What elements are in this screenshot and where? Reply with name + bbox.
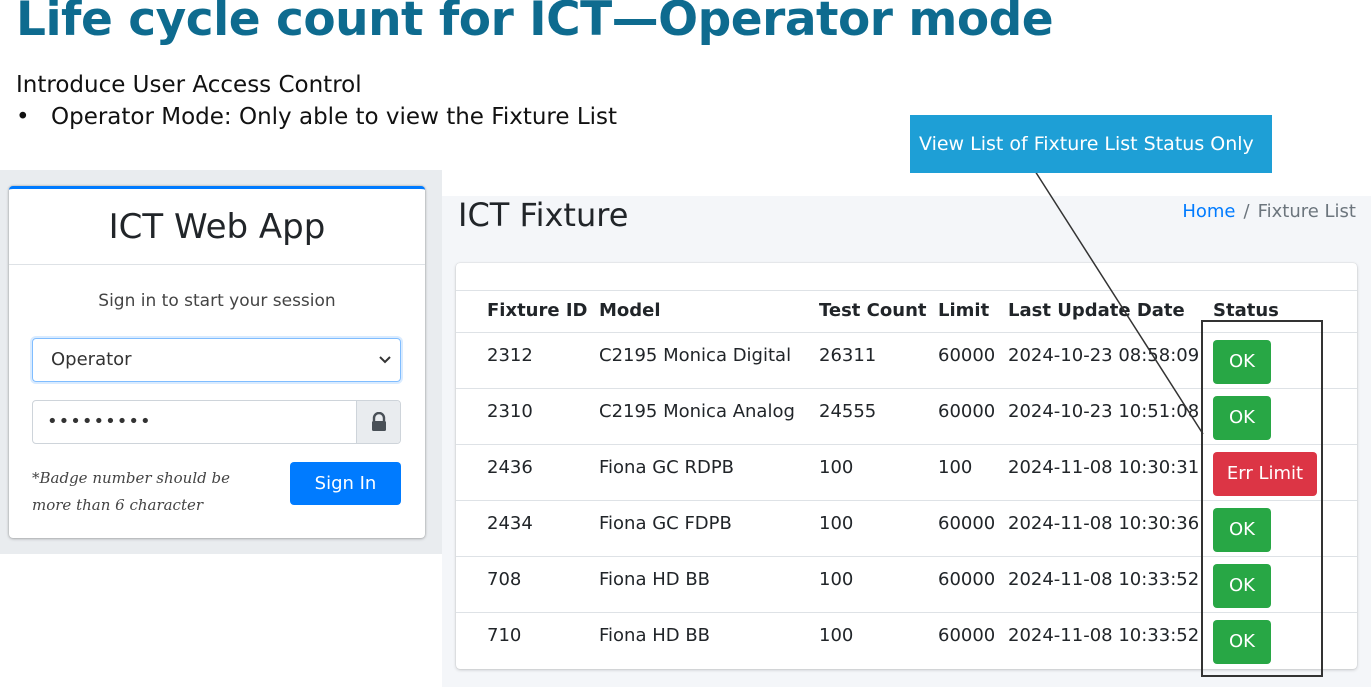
cell-test-count: 24555 xyxy=(819,401,877,422)
cell-model: C2195 Monica Analog xyxy=(599,401,795,422)
cell-last-update: 2024-10-23 08:58:09 xyxy=(1008,345,1200,366)
bullet-dot: • xyxy=(16,104,30,130)
cell-fixture-id: 2312 xyxy=(487,345,533,366)
chevron-down-icon xyxy=(378,339,392,398)
cell-limit: 60000 xyxy=(938,625,996,646)
password-field[interactable]: ••••••••• xyxy=(32,400,401,444)
cell-fixture-id: 708 xyxy=(487,569,522,590)
col-header-last-update: Last Update Date xyxy=(1008,300,1185,321)
cell-fixture-id: 2310 xyxy=(487,401,533,422)
slide-intro: Introduce User Access Control xyxy=(16,72,362,98)
cell-model: Fiona GC FDPB xyxy=(599,513,732,534)
cell-model: Fiona HD BB xyxy=(599,569,711,590)
col-header-model: Model xyxy=(599,300,661,321)
badge-hint: *Badge number should be more than 6 char… xyxy=(32,469,230,514)
cell-model: Fiona HD BB xyxy=(599,625,711,646)
cell-limit: 60000 xyxy=(938,569,996,590)
breadcrumb: Home / Fixture List xyxy=(1182,201,1356,222)
cell-limit: 60000 xyxy=(938,513,996,534)
cell-limit: 60000 xyxy=(938,401,996,422)
slide-bullet: • Operator Mode: Only able to view the Fi… xyxy=(16,104,617,130)
cell-fixture-id: 2436 xyxy=(487,457,533,478)
login-card: ICT Web App Sign in to start your sessio… xyxy=(9,186,425,538)
cell-fixture-id: 2434 xyxy=(487,513,533,534)
cell-model: C2195 Monica Digital xyxy=(599,345,792,366)
sign-in-button[interactable]: Sign In xyxy=(290,462,401,505)
cell-last-update: 2024-10-23 10:51:08 xyxy=(1008,401,1200,422)
col-header-status: Status xyxy=(1213,300,1279,321)
breadcrumb-current: Fixture List xyxy=(1257,201,1356,222)
cell-last-update: 2024-11-08 10:30:36 xyxy=(1008,513,1200,534)
col-header-limit: Limit xyxy=(938,300,990,321)
cell-test-count: 100 xyxy=(819,457,854,478)
bullet-text: Operator Mode: Only able to view the Fix… xyxy=(51,104,618,130)
breadcrumb-home[interactable]: Home xyxy=(1182,201,1235,222)
cell-test-count: 100 xyxy=(819,569,854,590)
col-header-test-count: Test Count xyxy=(819,300,927,321)
callout-label: View List of Fixture List Status Only xyxy=(910,115,1272,173)
col-header-fixture-id: Fixture ID xyxy=(487,300,588,321)
cell-test-count: 100 xyxy=(819,625,854,646)
cell-test-count: 26311 xyxy=(819,345,877,366)
lock-addon xyxy=(356,401,400,443)
role-select-value: Operator xyxy=(51,349,132,370)
password-input[interactable]: ••••••••• xyxy=(33,401,357,443)
slide: Life cycle count for ICT—Operator mode I… xyxy=(0,0,1371,687)
status-highlight-box xyxy=(1201,320,1323,677)
cell-fixture-id: 710 xyxy=(487,625,522,646)
login-message: Sign in to start your session xyxy=(98,291,336,311)
page-title: ICT Fixture xyxy=(458,196,629,234)
cell-last-update: 2024-11-08 10:33:52 xyxy=(1008,625,1200,646)
cell-limit: 60000 xyxy=(938,345,996,366)
breadcrumb-separator: / xyxy=(1243,201,1250,222)
cell-last-update: 2024-11-08 10:33:52 xyxy=(1008,569,1200,590)
cell-limit: 100 xyxy=(938,457,973,478)
table-divider xyxy=(456,290,1357,291)
slide-title: Life cycle count for ICT—Operator mode xyxy=(16,0,1054,47)
cell-test-count: 100 xyxy=(819,513,854,534)
role-select[interactable]: Operator xyxy=(32,338,401,382)
lock-icon xyxy=(372,412,386,431)
app-title: ICT Web App xyxy=(9,189,425,265)
cell-last-update: 2024-11-08 10:30:31 xyxy=(1008,457,1200,478)
cell-model: Fiona GC RDPB xyxy=(599,457,735,478)
